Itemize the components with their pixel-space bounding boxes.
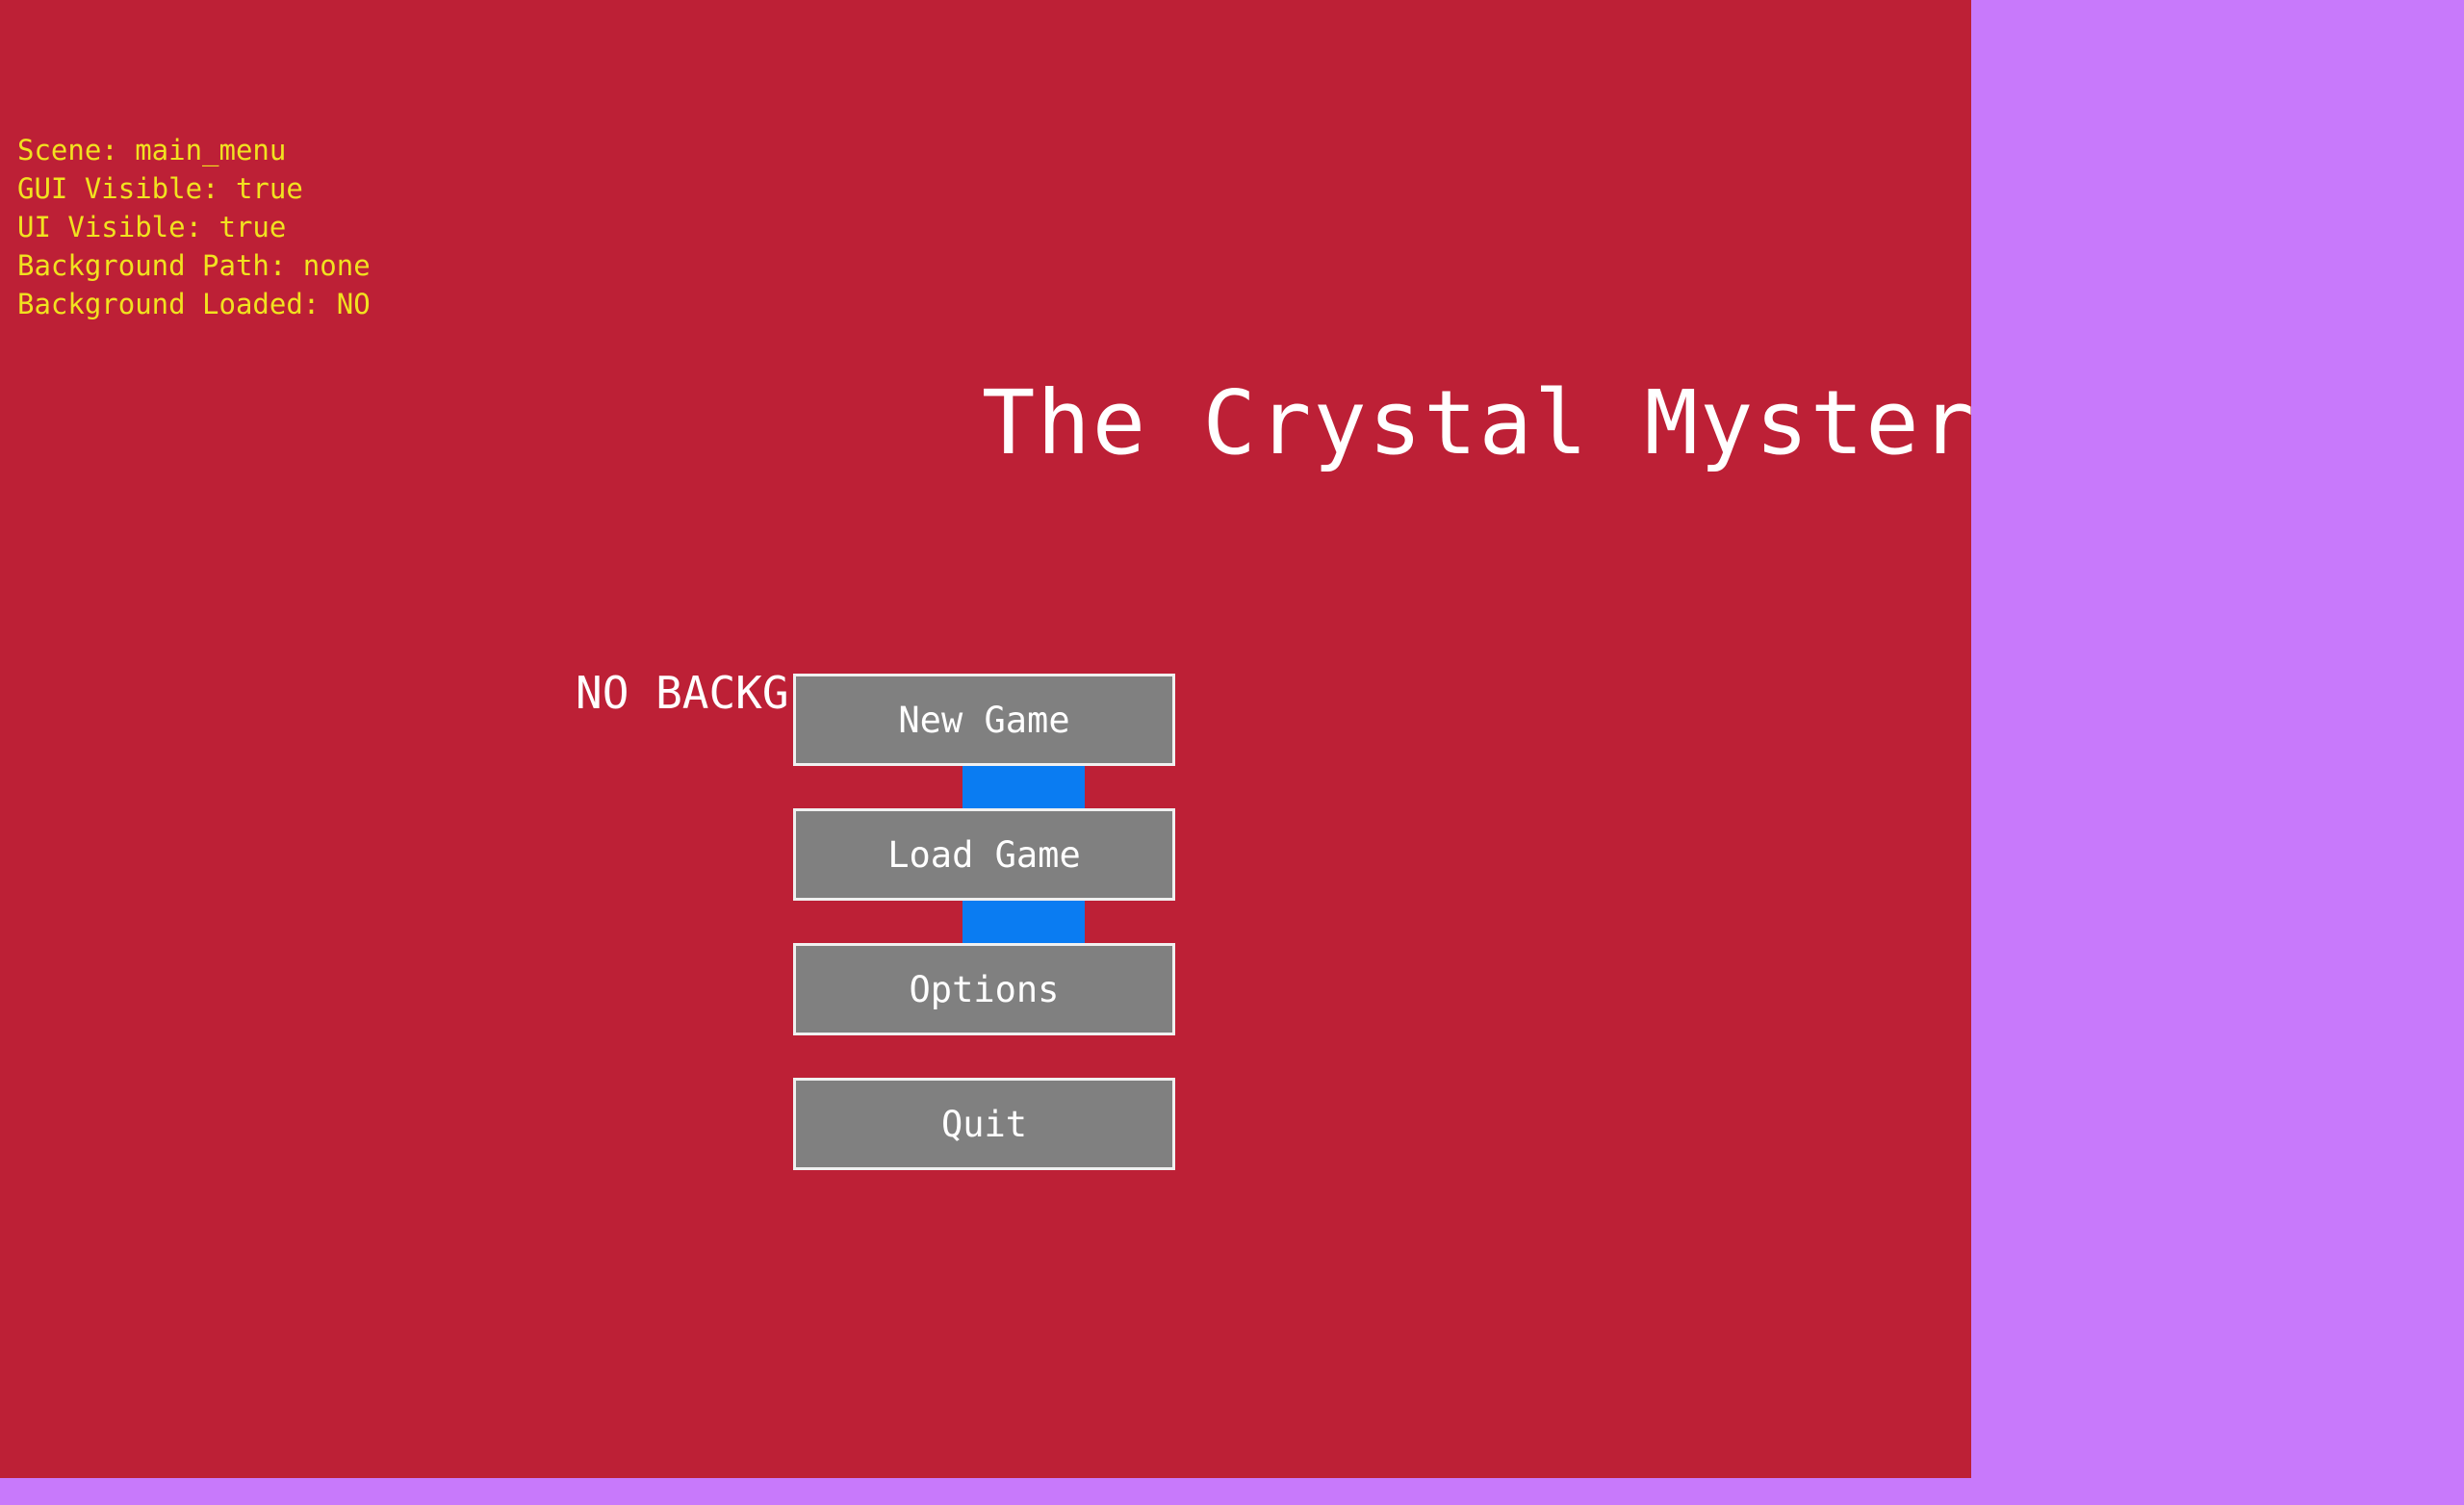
menu-connector-bar: [962, 901, 1085, 945]
no-background-label: NO BACKG: [576, 667, 789, 719]
options-button[interactable]: Options: [793, 943, 1175, 1035]
debug-ui-visible-text: UI Visible: true: [17, 211, 287, 243]
menu-connector-bar: [962, 766, 1085, 810]
debug-background-loaded-text: Background Loaded: NO: [17, 288, 371, 320]
load-game-button[interactable]: Load Game: [793, 808, 1175, 901]
quit-button[interactable]: Quit: [793, 1078, 1175, 1170]
debug-gui-visible-text: GUI Visible: true: [17, 172, 303, 205]
new-game-button[interactable]: New Game: [793, 674, 1175, 766]
game-viewport: Scene: main_menu GUI Visible: true UI Vi…: [0, 0, 1971, 1478]
game-title: The Crystal Mystery: [982, 371, 1971, 474]
debug-scene-text: Scene: main_menu: [17, 134, 287, 166]
debug-background-path-text: Background Path: none: [17, 249, 371, 282]
